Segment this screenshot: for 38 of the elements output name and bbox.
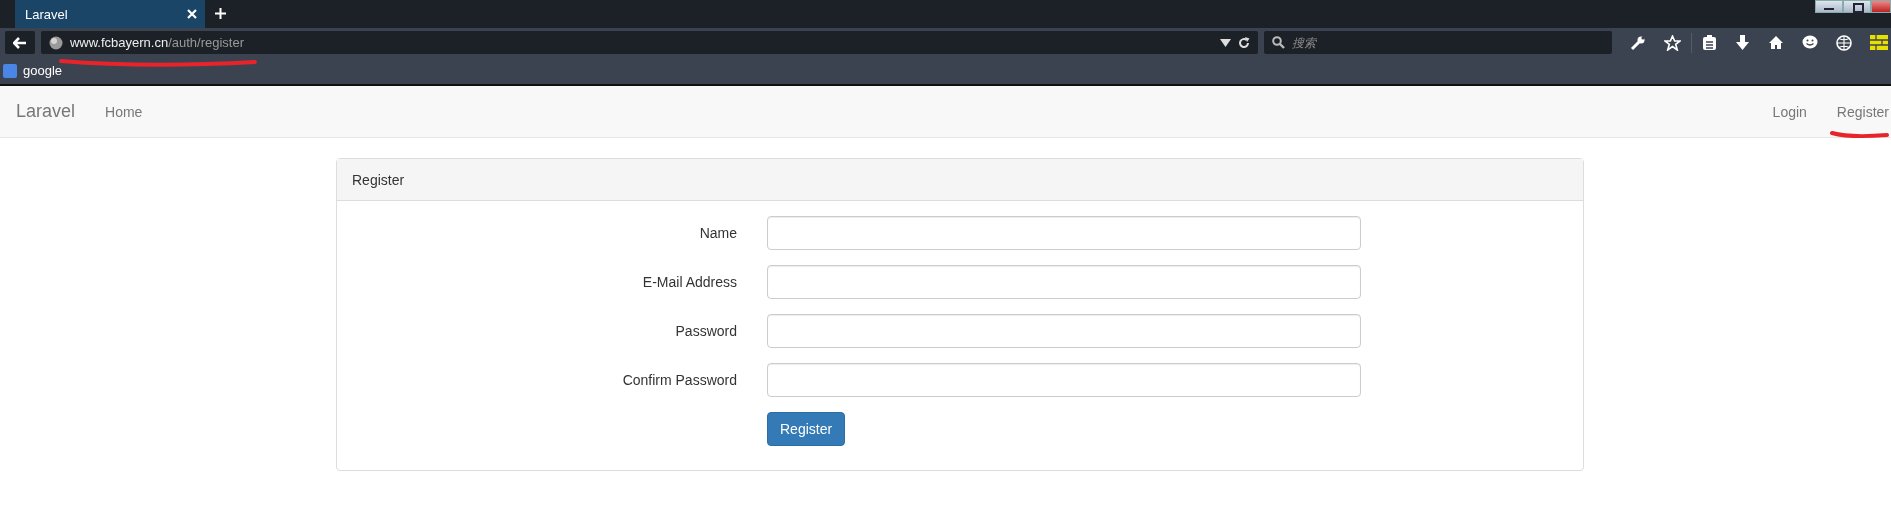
globe-icon [48,35,63,50]
nav-link[interactable]: Home [105,103,143,120]
field-label: Confirm Password [621,372,738,388]
plus-icon[interactable] [215,8,226,19]
search-field[interactable]: 搜索 [1264,31,1612,54]
list-icon[interactable] [1702,34,1717,51]
field-label: Password [674,323,738,339]
back-arrow-icon [12,36,27,49]
back-button[interactable] [5,31,35,54]
download-icon[interactable] [1735,34,1750,51]
input-field[interactable] [767,314,1361,348]
input-field[interactable] [767,265,1361,299]
input-field[interactable] [767,363,1361,397]
home-icon[interactable] [1768,35,1784,50]
minimize-button[interactable] [1815,0,1843,13]
highlight-stroke [1830,130,1890,140]
nav-link[interactable]: Login [1772,103,1807,120]
nav-link[interactable]: Register [1836,103,1889,120]
field-label: Name [698,225,738,241]
wrench-icon[interactable] [1630,34,1646,51]
star-icon[interactable] [1664,34,1681,51]
address-bar[interactable]: www.fcbayern.cn/auth/register [40,31,1258,54]
globe-icon[interactable] [1836,34,1852,51]
restore-button[interactable] [1843,0,1871,13]
close-icon[interactable] [187,9,197,19]
bookmark-icon [3,63,17,78]
brand-link[interactable]: Laravel [16,101,76,122]
field-label: E-Mail Address [641,274,738,290]
search-icon [1272,36,1285,49]
dropdown-icon[interactable] [1220,38,1231,47]
panel-title: Register [352,171,405,188]
reload-icon[interactable] [1238,36,1250,49]
register-button[interactable]: Register [767,412,846,446]
bookmark-item[interactable]: google [3,63,63,78]
grid-icon[interactable] [1870,35,1888,50]
browser-tab[interactable]: Laravel [15,0,205,28]
smiley-icon[interactable] [1802,35,1818,50]
input-field[interactable] [767,216,1361,250]
